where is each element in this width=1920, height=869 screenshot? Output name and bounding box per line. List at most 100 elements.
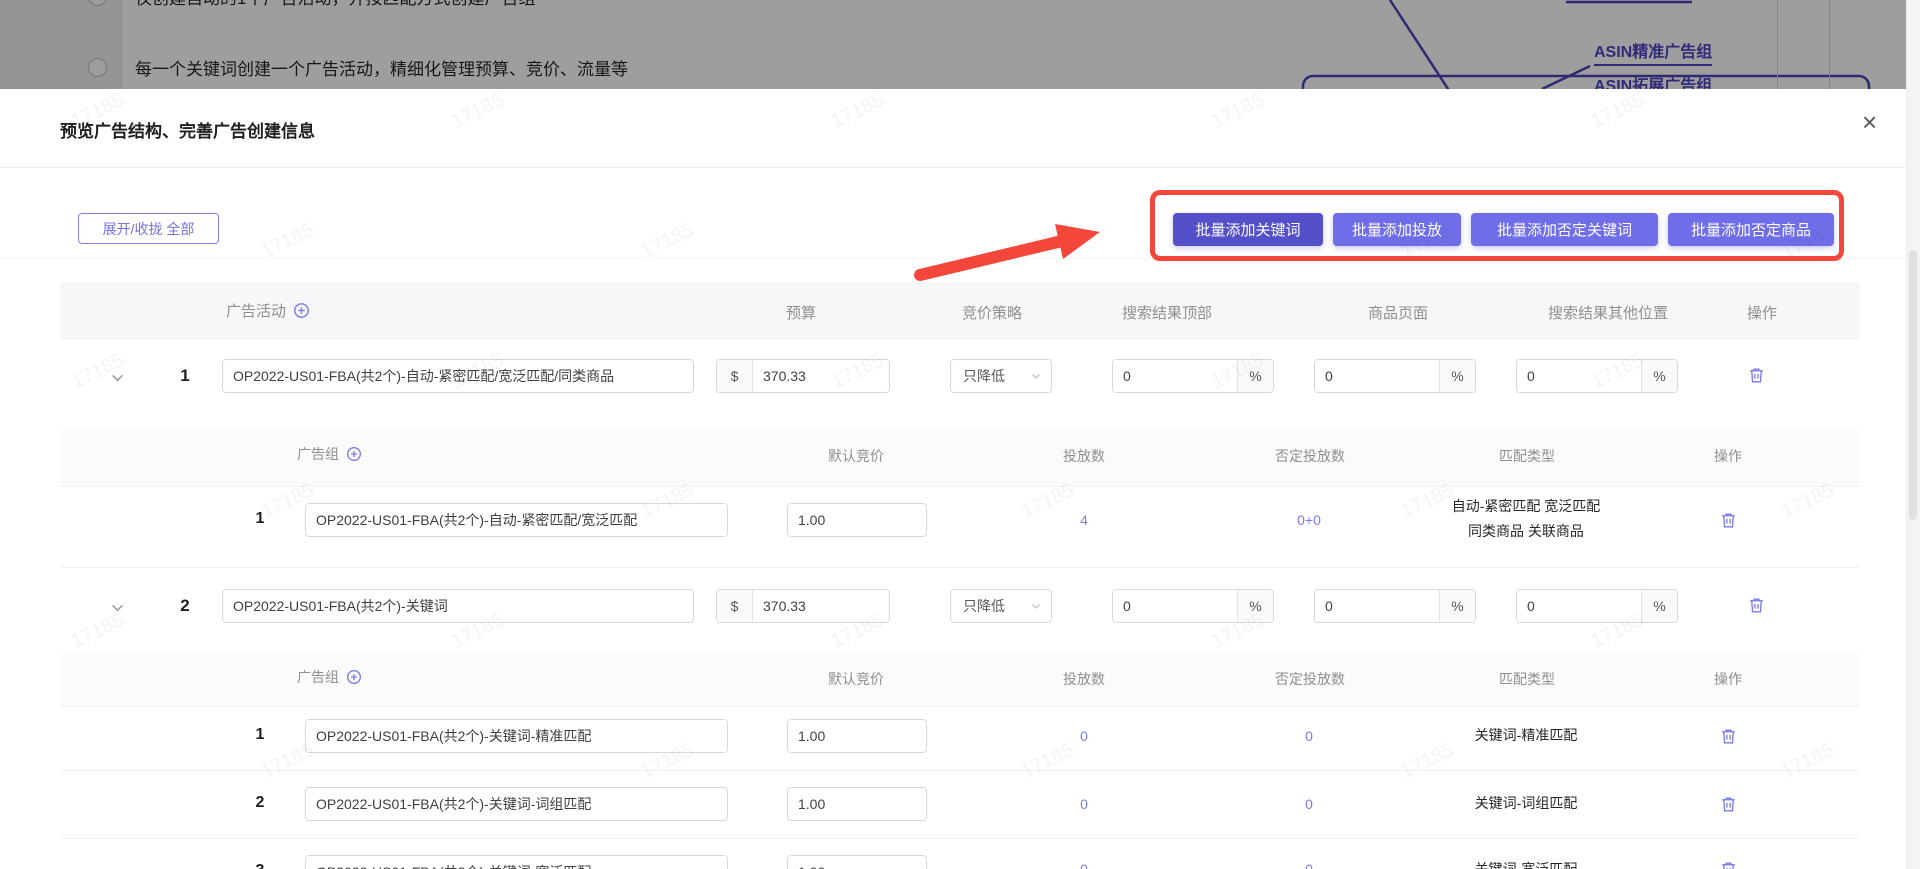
delete-group-icon[interactable] — [1719, 727, 1738, 746]
rest-of-search-group: % — [1516, 589, 1678, 623]
expand-collapse-all-button[interactable]: 展开/收拢 全部 — [78, 213, 219, 244]
bulk-add-negative-products-button[interactable]: 批量添加否定商品 — [1668, 213, 1834, 246]
group-index: 3 — [240, 862, 280, 869]
group-header-targets: 投放数 — [1063, 671, 1105, 687]
top-of-search-group: % — [1112, 589, 1274, 623]
bulk-add-targets-button[interactable]: 批量添加投放 — [1333, 213, 1461, 246]
modal-scrollbar-thumb[interactable] — [1909, 250, 1917, 520]
row-divider — [60, 567, 1860, 568]
delete-group-icon[interactable] — [1719, 511, 1738, 530]
group-header-action: 操作 — [1714, 671, 1742, 687]
campaign-budget-input[interactable] — [753, 590, 889, 622]
campaign-header-rest-of-search: 搜索结果其他位置 — [1547, 305, 1668, 322]
percent-suffix: % — [1641, 590, 1677, 622]
campaign-index: 2 — [180, 596, 190, 615]
preview-ads-modal: 预览广告结构、完善广告创建信息 × 展开/收拢 全部 批量添加关键词 批量添加投… — [0, 89, 1920, 869]
match-type-cell: 关键词-精准匹配 — [1474, 727, 1578, 743]
campaign-header-top-of-search: 搜索结果顶部 — [1121, 305, 1212, 322]
row-divider — [60, 770, 1860, 771]
campaign-budget-group: $ — [716, 589, 890, 623]
negative-targets-count-link[interactable]: 0+0 — [1259, 512, 1359, 528]
campaign-budget-input[interactable] — [753, 360, 889, 392]
group-name-input[interactable] — [305, 503, 728, 537]
negative-targets-count-link[interactable]: 0 — [1259, 796, 1359, 812]
page-scrollbar-track[interactable] — [1906, 0, 1920, 89]
group-header-match-type: 匹配类型 — [1499, 671, 1555, 687]
add-group-icon[interactable] — [346, 669, 362, 685]
campaign-header-product-page: 商品页面 — [1367, 305, 1428, 322]
group-header-negative-targets: 否定投放数 — [1275, 448, 1345, 464]
modal-title: 预览广告结构、完善广告创建信息 — [60, 122, 315, 141]
campaign-header-name: 广告活动 — [226, 300, 310, 321]
campaign-name-input[interactable] — [222, 359, 694, 393]
group-index: 1 — [255, 726, 265, 743]
group-header-default-bid: 默认竞价 — [828, 671, 884, 687]
group-header-default-bid: 默认竞价 — [828, 448, 884, 464]
group-header-targets: 投放数 — [1063, 448, 1105, 464]
negative-targets-count-link[interactable]: 0 — [1259, 861, 1359, 869]
group-name-input[interactable] — [305, 719, 728, 753]
chevron-down-icon[interactable] — [109, 599, 126, 616]
negative-targets-count-link[interactable]: 0 — [1259, 728, 1359, 744]
bid-strategy-select[interactable]: 只降低 — [950, 589, 1052, 623]
default-bid-input[interactable] — [787, 719, 927, 753]
default-bid-input[interactable] — [787, 503, 927, 537]
match-type-cell: 自动-紧密匹配 宽泛匹配 同类商品 关联商品 — [1451, 498, 1601, 539]
percent-suffix: % — [1439, 590, 1475, 622]
match-type-cell: 关键词-词组匹配 — [1474, 795, 1578, 811]
targets-count-link[interactable]: 4 — [1034, 512, 1134, 528]
group-name-input[interactable] — [305, 787, 728, 821]
campaign-index: 1 — [180, 366, 190, 385]
group-name-input[interactable] — [305, 855, 728, 869]
campaign-header-action: 操作 — [1746, 305, 1777, 322]
targets-count-link[interactable]: 0 — [1034, 861, 1134, 869]
product-page-group: % — [1314, 359, 1476, 393]
campaign-header-strategy: 竞价策略 — [961, 305, 1022, 322]
delete-campaign-icon[interactable] — [1747, 596, 1766, 615]
percent-suffix: % — [1237, 360, 1273, 392]
row-divider — [60, 838, 1860, 839]
delete-campaign-icon[interactable] — [1747, 366, 1766, 385]
product-page-input[interactable] — [1315, 590, 1439, 622]
group-header-match-type: 匹配类型 — [1499, 448, 1555, 464]
chevron-down-icon — [1032, 604, 1040, 609]
close-icon[interactable]: × — [1862, 109, 1877, 135]
targets-count-link[interactable]: 0 — [1034, 796, 1134, 812]
top-of-search-input[interactable] — [1113, 360, 1237, 392]
top-of-search-input[interactable] — [1113, 590, 1237, 622]
group-header-negative-targets: 否定投放数 — [1275, 671, 1345, 687]
toolbar-divider — [0, 258, 1920, 259]
currency-prefix: $ — [717, 360, 753, 392]
rest-of-search-input[interactable] — [1517, 360, 1641, 392]
modal-backdrop — [0, 0, 1920, 89]
add-group-icon[interactable] — [346, 446, 362, 462]
bulk-add-negative-keywords-button[interactable]: 批量添加否定关键词 — [1471, 213, 1658, 246]
top-of-search-group: % — [1112, 359, 1274, 393]
delete-group-icon[interactable] — [1719, 860, 1738, 869]
rest-of-search-input[interactable] — [1517, 590, 1641, 622]
percent-suffix: % — [1237, 590, 1273, 622]
default-bid-input[interactable] — [787, 855, 927, 869]
modal-header-divider — [0, 167, 1920, 168]
delete-group-icon[interactable] — [1719, 795, 1738, 814]
group-header-name: 广告组 — [297, 667, 362, 687]
group-index: 2 — [255, 794, 265, 811]
default-bid-input[interactable] — [787, 787, 927, 821]
bid-strategy-select[interactable]: 只降低 — [950, 359, 1052, 393]
campaign-budget-group: $ — [716, 359, 890, 393]
currency-prefix: $ — [717, 590, 753, 622]
campaign-header-budget: 预算 — [785, 305, 816, 322]
screen: 仅创建自动的1个广告活动，并按匹配方式创建广告组 每一个关键词创建一个广告活动，… — [0, 0, 1920, 869]
percent-suffix: % — [1641, 360, 1677, 392]
percent-suffix: % — [1439, 360, 1475, 392]
campaign-name-input[interactable] — [222, 589, 694, 623]
targets-count-link[interactable]: 0 — [1034, 728, 1134, 744]
product-page-input[interactable] — [1315, 360, 1439, 392]
chevron-down-icon — [1032, 374, 1040, 379]
chevron-down-icon[interactable] — [109, 369, 126, 386]
group-index: 1 — [255, 510, 265, 527]
rest-of-search-group: % — [1516, 359, 1678, 393]
add-campaign-icon[interactable] — [293, 302, 310, 319]
bulk-add-keywords-button[interactable]: 批量添加关键词 — [1173, 213, 1323, 246]
product-page-group: % — [1314, 589, 1476, 623]
